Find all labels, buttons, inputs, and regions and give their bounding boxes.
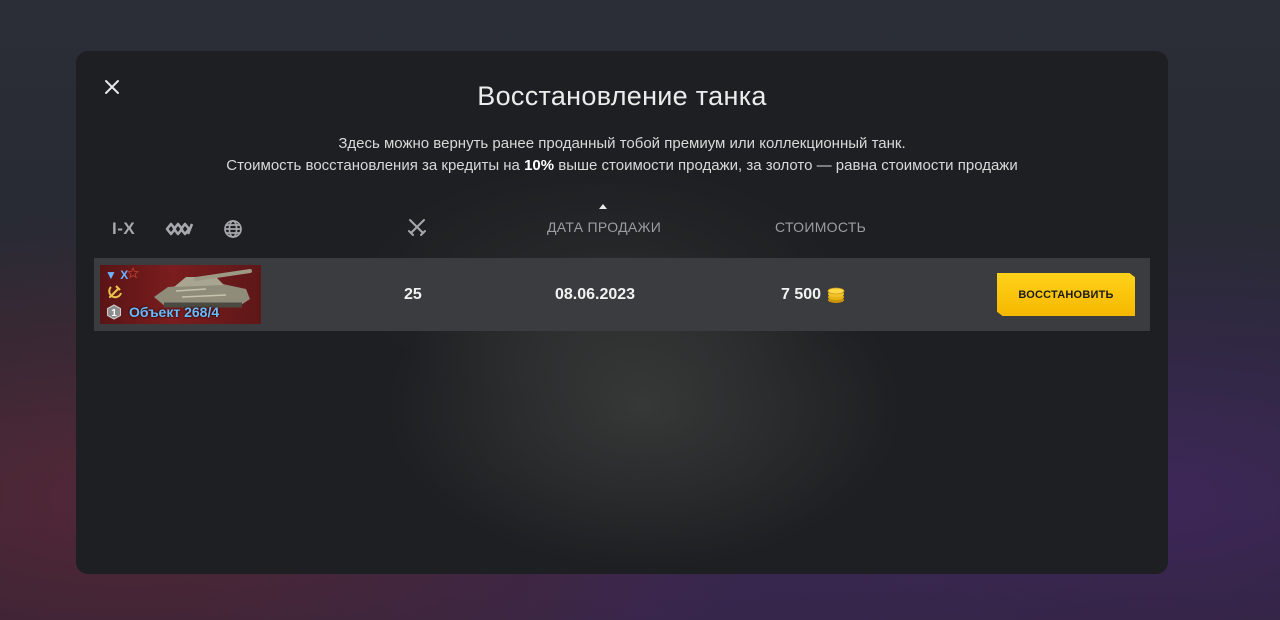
dialog-description: Здесь можно вернуть ранее проданный тобо… [76,133,1168,177]
mastery-badge-icon: 1 [107,304,121,320]
star-icon [127,267,139,279]
globe-icon [224,220,243,238]
restore-tank-dialog: Восстановление танка Здесь можно вернуть… [76,51,1168,574]
cost-column-header[interactable]: СТОИМОСТЬ [775,219,866,235]
date-header-label: ДАТА ПРОДАЖИ [547,219,662,235]
vehicle-type-filter[interactable] [165,220,195,238]
vehicle-type-icon [165,222,194,236]
hammer-sickle-icon [108,285,122,299]
restore-price: 7 500 [781,258,846,331]
description-text: Стоимость восстановления за кредиты на [226,157,525,174]
battles-count: 25 [404,286,422,303]
tier-filter[interactable]: I-X [112,219,135,239]
description-line-2: Стоимость восстановления за кредиты на 1… [76,155,1168,177]
description-text-end: выше стоимости продажи, за золото — равн… [554,157,1018,174]
price-value: 7 500 [781,286,822,303]
gold-coins-icon [827,287,845,303]
dialog-title: Восстановление танка [477,81,767,111]
mastery-level: 1 [111,308,117,319]
table-row[interactable]: ▼ X 1 Объект 268/4 25 08.06.2023 7 500 В… [94,258,1150,331]
crossed-swords-icon [408,219,426,236]
sold-date: 08.06.2023 [555,286,636,303]
tank-type-tier: ▼ X [105,268,129,282]
sort-arrow-icon [599,204,607,209]
filter-bar: I-X [112,216,243,242]
percent-highlight: 10% [524,157,555,174]
nation-filter[interactable] [223,219,243,239]
restore-button[interactable]: ВОССТАНОВИТЬ [997,273,1135,316]
battles-column-header[interactable] [406,216,428,241]
description-line-1: Здесь можно вернуть ранее проданный тобо… [338,135,906,152]
tank-name: Объект 268/4 [129,304,220,320]
date-column-header[interactable]: ДАТА ПРОДАЖИ [547,204,662,235]
tank-card[interactable]: ▼ X 1 Объект 268/4 [100,265,261,324]
